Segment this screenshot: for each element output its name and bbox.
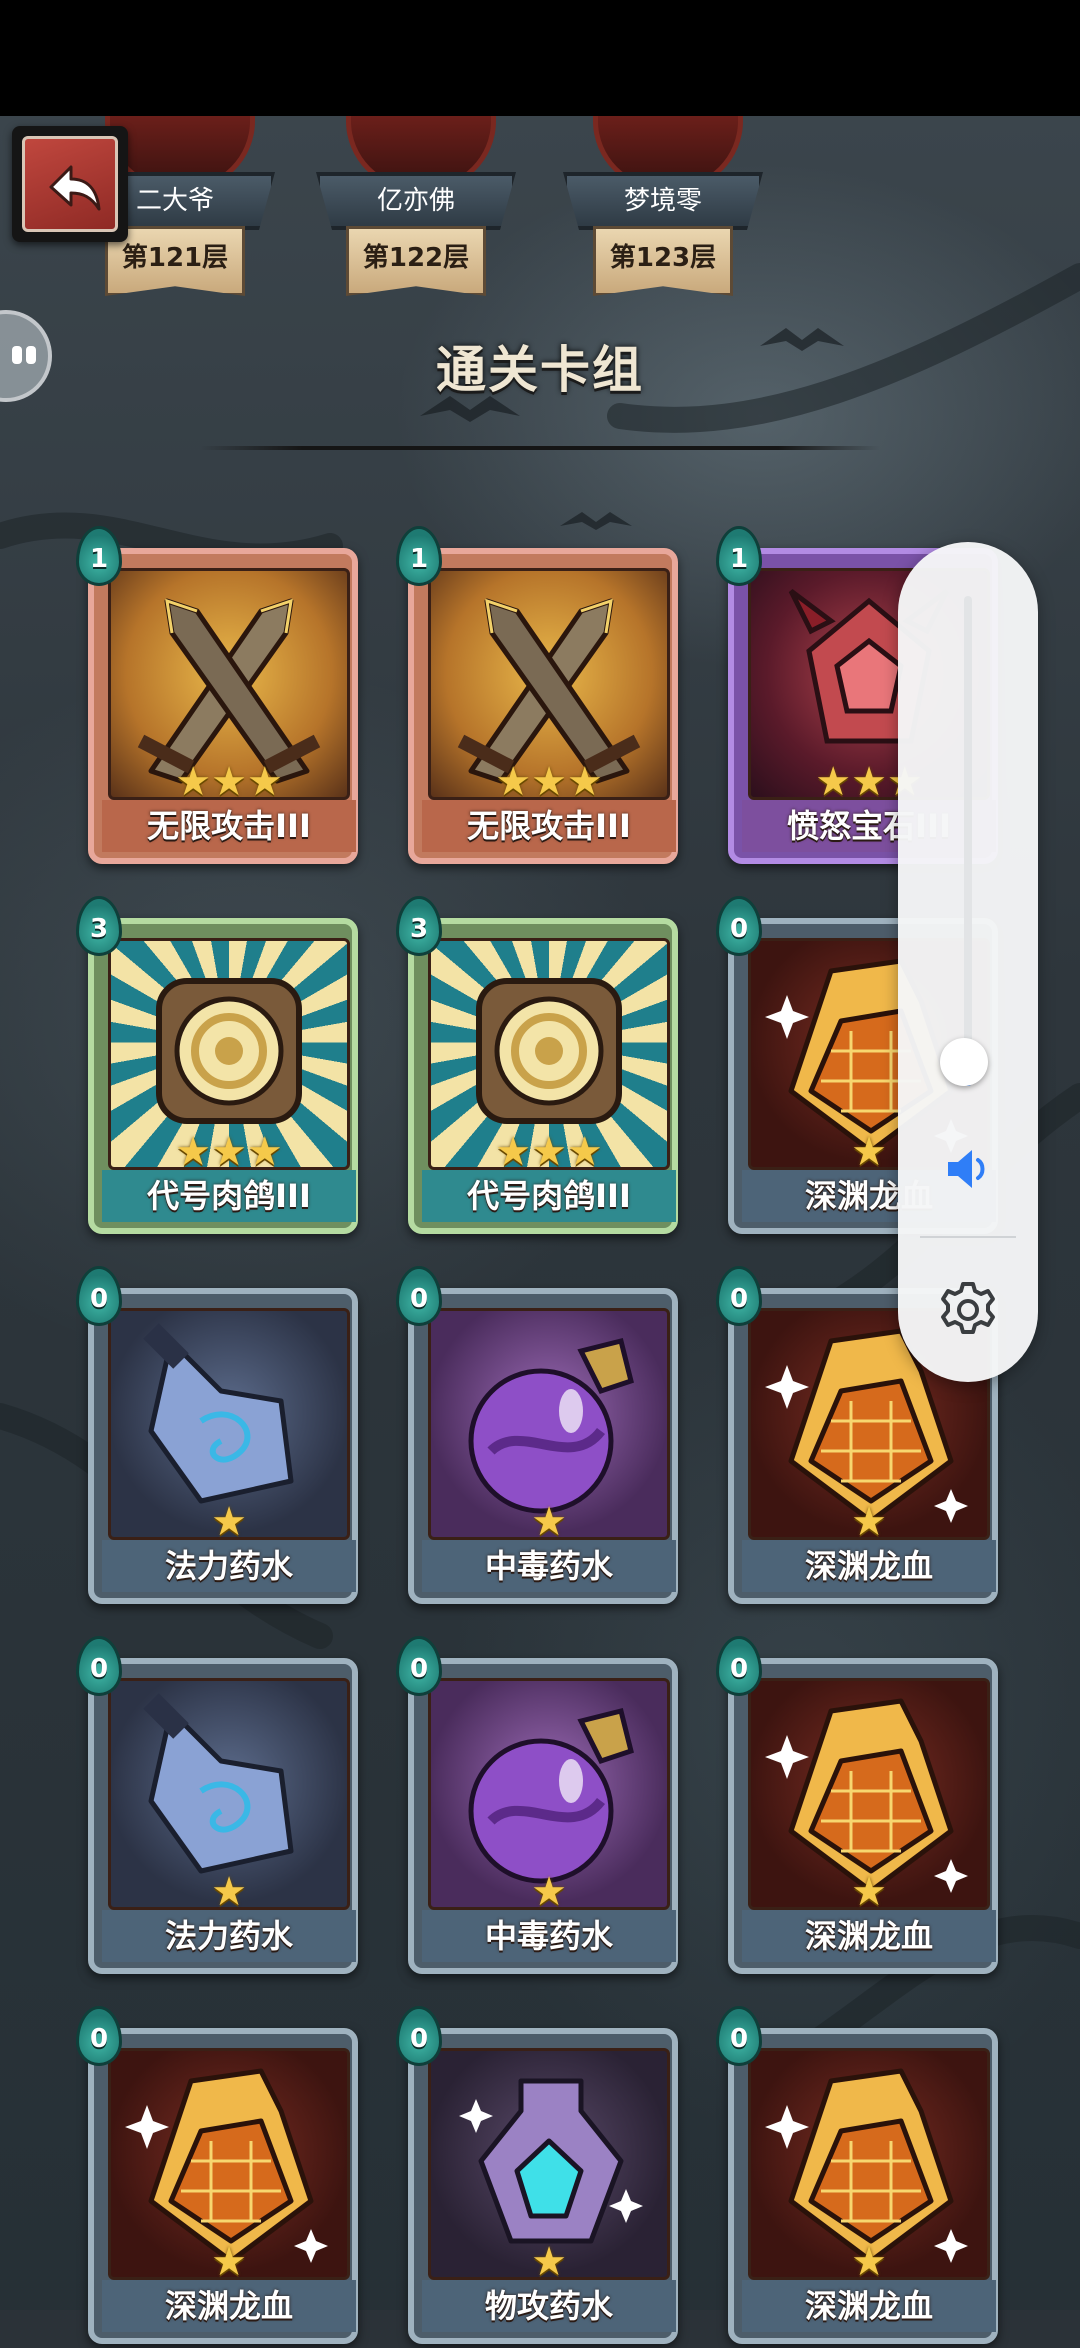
boss-floor-banner: 第122层 xyxy=(346,226,486,296)
card[interactable]: ★ 法力药水 0 xyxy=(76,1266,370,1608)
card-name: 法力药水 xyxy=(102,1910,356,1962)
card-stars: ★★★ xyxy=(414,1130,684,1174)
card-stars: ★ xyxy=(414,1500,684,1544)
back-button-face xyxy=(22,136,118,232)
card-frame: ★ 中毒药水 xyxy=(408,1288,678,1604)
card-stars: ★ xyxy=(734,1870,1004,1914)
star-icon: ★ xyxy=(211,1499,247,1545)
card-name: 代号肉鸽III xyxy=(422,1170,676,1222)
star-icon: ★ xyxy=(211,1129,247,1175)
star-icon: ★ xyxy=(211,1869,247,1915)
star-icon: ★ xyxy=(531,1499,567,1545)
card-stars: ★ xyxy=(734,2240,1004,2284)
card[interactable]: ★ 深渊龙血 0 xyxy=(716,1636,1010,1978)
card-frame: ★★★ 无限攻击III xyxy=(408,548,678,864)
card-frame: ★ 深渊龙血 xyxy=(88,2028,358,2344)
card-frame: ★★★ 无限攻击III xyxy=(88,548,358,864)
boss-floor-banner: 第123层 xyxy=(593,226,733,296)
card-stars: ★ xyxy=(94,2240,364,2284)
star-icon: ★ xyxy=(566,1129,603,1175)
card-name: 深渊龙血 xyxy=(742,2280,996,2332)
card-stars: ★ xyxy=(414,2240,684,2284)
card[interactable]: ★ 深渊龙血 0 xyxy=(76,2006,370,2348)
card-frame: ★ 物攻药水 xyxy=(408,2028,678,2344)
card-name: 深渊龙血 xyxy=(742,1540,996,1592)
card-frame: ★★★ 代号肉鸽III xyxy=(408,918,678,1234)
title-divider xyxy=(200,446,880,450)
star-icon: ★ xyxy=(566,759,603,805)
gear-icon[interactable] xyxy=(936,1278,1000,1342)
card[interactable]: ★★★ 无限攻击III 1 xyxy=(76,526,370,868)
card[interactable]: ★★★ 代号肉鸽III 3 xyxy=(76,896,370,1238)
star-icon: ★ xyxy=(495,1129,532,1175)
card[interactable]: ★ 法力药水 0 xyxy=(76,1636,370,1978)
boss-name: 梦境零 xyxy=(563,172,763,230)
card-frame: ★★★ 代号肉鸽III xyxy=(88,918,358,1234)
star-icon: ★ xyxy=(211,2239,247,2285)
volume-panel xyxy=(898,542,1038,1382)
card-stars: ★ xyxy=(414,1870,684,1914)
card-frame: ★ 深渊龙血 xyxy=(728,2028,998,2344)
back-arrow-icon xyxy=(49,165,101,211)
boss-entry[interactable]: 梦境零 第123层 xyxy=(563,116,763,306)
card[interactable]: ★ 中毒药水 0 xyxy=(396,1636,690,1978)
card-name: 法力药水 xyxy=(102,1540,356,1592)
star-icon: ★ xyxy=(246,1129,283,1175)
star-icon: ★ xyxy=(815,759,852,805)
speaker-icon[interactable] xyxy=(942,1142,996,1196)
star-icon: ★ xyxy=(211,759,247,805)
card-name: 中毒药水 xyxy=(422,1540,676,1592)
star-icon: ★ xyxy=(531,2239,567,2285)
card-frame: ★ 法力药水 xyxy=(88,1288,358,1604)
card-stars: ★★★ xyxy=(94,1130,364,1174)
star-icon: ★ xyxy=(531,1129,567,1175)
status-bar xyxy=(0,0,1080,116)
card-name: 深渊龙血 xyxy=(102,2280,356,2332)
card-stars: ★ xyxy=(734,1500,1004,1544)
star-icon: ★ xyxy=(531,1869,567,1915)
boss-entry[interactable]: 亿亦佛 第122层 xyxy=(316,116,516,306)
card[interactable]: ★ 中毒药水 0 xyxy=(396,1266,690,1608)
card-stars: ★ xyxy=(94,1500,364,1544)
star-icon: ★ xyxy=(851,2239,887,2285)
card[interactable]: ★ 深渊龙血 0 xyxy=(716,2006,1010,2348)
card-frame: ★ 法力药水 xyxy=(88,1658,358,1974)
back-button[interactable] xyxy=(12,126,128,242)
panel-divider xyxy=(920,1236,1016,1238)
star-icon: ★ xyxy=(175,1129,212,1175)
star-icon: ★ xyxy=(851,1129,887,1175)
volume-slider-thumb[interactable] xyxy=(940,1037,988,1086)
card[interactable]: ★★★ 代号肉鸽III 3 xyxy=(396,896,690,1238)
star-icon: ★ xyxy=(495,759,532,805)
star-icon: ★ xyxy=(531,759,567,805)
card-name: 代号肉鸽III xyxy=(102,1170,356,1222)
star-icon: ★ xyxy=(175,759,212,805)
boss-name: 亿亦佛 xyxy=(316,172,516,230)
card-name: 无限攻击III xyxy=(422,800,676,852)
star-icon: ★ xyxy=(246,759,283,805)
star-icon: ★ xyxy=(851,1869,887,1915)
card-stars: ★ xyxy=(94,1870,364,1914)
card-name: 深渊龙血 xyxy=(742,1910,996,1962)
card-name: 无限攻击III xyxy=(102,800,356,852)
card-stars: ★★★ xyxy=(414,760,684,804)
card-frame: ★ 中毒药水 xyxy=(408,1658,678,1974)
card[interactable]: ★★★ 无限攻击III 1 xyxy=(396,526,690,868)
star-icon: ★ xyxy=(851,1499,887,1545)
card-name: 物攻药水 xyxy=(422,2280,676,2332)
volume-slider-track[interactable] xyxy=(964,596,972,1086)
star-icon: ★ xyxy=(851,759,887,805)
card-stars: ★★★ xyxy=(94,760,364,804)
section-title: 通关卡组 xyxy=(436,341,644,399)
card-name: 中毒药水 xyxy=(422,1910,676,1962)
card-frame: ★ 深渊龙血 xyxy=(728,1658,998,1974)
card[interactable]: ★ 物攻药水 0 xyxy=(396,2006,690,2348)
